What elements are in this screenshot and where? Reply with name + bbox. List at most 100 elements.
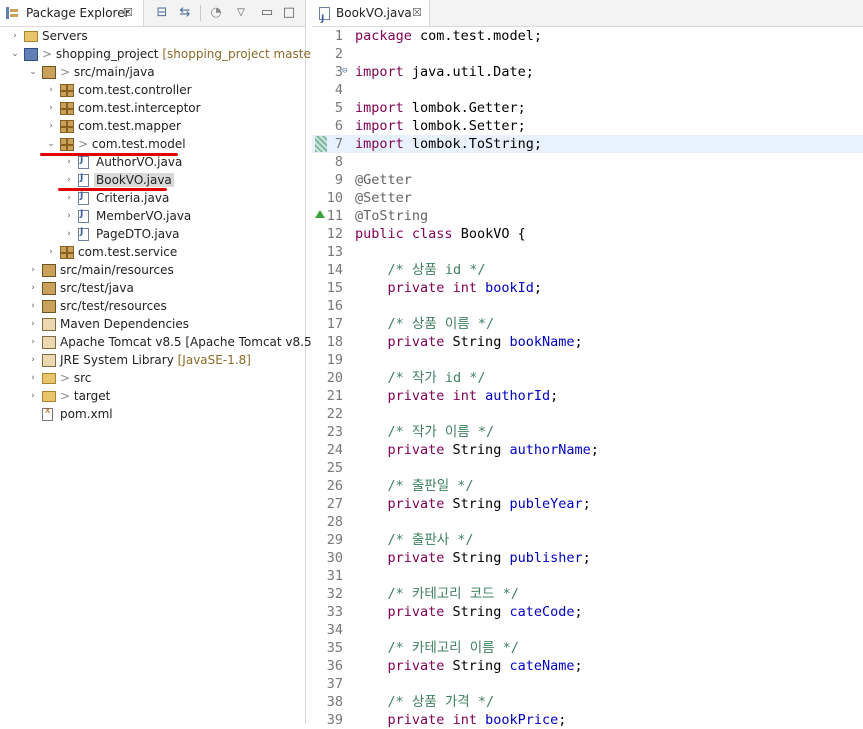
code-line[interactable]: 14 /* 상품 id */ xyxy=(312,261,863,279)
maximize-icon[interactable]: □ xyxy=(280,4,298,22)
tab-bookvo-java[interactable]: BookVO.java ☒ xyxy=(312,0,430,32)
code-line[interactable]: 6 import lombok.Setter; xyxy=(312,117,863,135)
collapse-twisty-icon[interactable]: ⌄ xyxy=(9,45,21,63)
code-line[interactable]: 18 private String bookName; xyxy=(312,333,863,351)
code-line[interactable]: 2 xyxy=(312,45,863,63)
code-line[interactable]: 8 xyxy=(312,153,863,171)
collapse-all-icon[interactable]: ⊟ xyxy=(153,4,171,22)
filter-icon[interactable]: ◔ xyxy=(207,4,225,22)
code-line[interactable]: 38 /* 상품 가격 */ xyxy=(312,693,863,711)
minimize-icon[interactable]: ▭ xyxy=(258,4,276,22)
tree-item-text: Servers xyxy=(42,29,88,43)
tree-item[interactable]: › src/test/java xyxy=(0,279,305,297)
tree-item[interactable]: › > target xyxy=(0,387,305,405)
code-text: /* 작가 id */ xyxy=(355,369,486,387)
tree-item[interactable]: pom.xml xyxy=(0,405,305,423)
expand-twisty-icon[interactable]: › xyxy=(45,81,57,99)
code-line[interactable]: 24 private String authorName; xyxy=(312,441,863,459)
tree-item[interactable]: › Apache Tomcat v8.5 [Apache Tomcat v8.5] xyxy=(0,333,316,351)
tree-item[interactable]: › com.test.interceptor xyxy=(0,99,305,117)
expand-twisty-icon[interactable]: › xyxy=(27,333,39,351)
code-line[interactable]: 20 /* 작가 id */ xyxy=(312,369,863,387)
expand-twisty-icon[interactable]: › xyxy=(27,279,39,297)
expand-twisty-icon[interactable]: › xyxy=(9,27,21,45)
code-line[interactable]: 17 /* 상품 이름 */ xyxy=(312,315,863,333)
tree-item[interactable]: ⌄ > com.test.model xyxy=(0,135,305,153)
tree-item[interactable]: › Maven Dependencies xyxy=(0,315,305,333)
line-number: 4 xyxy=(334,82,343,98)
line-number: 18 xyxy=(326,334,343,350)
code-line[interactable]: 33 private String cateCode; xyxy=(312,603,863,621)
expand-twisty-icon[interactable]: › xyxy=(45,243,57,261)
expand-twisty-icon[interactable]: › xyxy=(27,261,39,279)
code-line[interactable]: 7 import lombok.ToString; xyxy=(312,135,863,153)
expand-twisty-icon[interactable]: › xyxy=(27,351,39,369)
code-line[interactable]: 29 /* 출판사 */ xyxy=(312,531,863,549)
expand-twisty-icon[interactable]: › xyxy=(27,315,39,333)
code-line[interactable]: 26 /* 출판일 */ xyxy=(312,477,863,495)
close-icon[interactable]: ☒ xyxy=(412,0,422,26)
tree-item[interactable]: › src/main/resources xyxy=(0,261,305,279)
tree-item[interactable]: › Criteria.java xyxy=(0,189,305,207)
tree-item[interactable]: › > src xyxy=(0,369,305,387)
tree-item[interactable]: › BookVO.java xyxy=(0,171,305,189)
code-line[interactable]: 1 package com.test.model; xyxy=(312,27,863,45)
expand-twisty-icon[interactable]: › xyxy=(63,189,75,207)
code-token: /* 카테고리 이름 */ xyxy=(387,640,519,656)
expand-twisty-icon[interactable]: › xyxy=(27,369,39,387)
collapse-twisty-icon[interactable]: ⌄ xyxy=(27,63,39,81)
expand-twisty-icon[interactable]: › xyxy=(63,207,75,225)
expand-twisty-icon[interactable]: › xyxy=(63,225,75,243)
tree-item[interactable]: › com.test.service xyxy=(0,243,305,261)
code-line[interactable]: 30 private String publisher; xyxy=(312,549,863,567)
tree-item[interactable]: › PageDTO.java xyxy=(0,225,305,243)
link-with-editor-icon[interactable]: ⇆ xyxy=(176,4,194,22)
code-line[interactable]: 36 private String cateName; xyxy=(312,657,863,675)
expand-twisty-icon[interactable]: › xyxy=(63,171,75,189)
code-line[interactable]: 3 ⊖ import java.util.Date; xyxy=(312,63,863,81)
tree-item-label: src/test/java xyxy=(60,279,134,297)
expand-twisty-icon[interactable]: › xyxy=(27,297,39,315)
code-line[interactable]: 25 xyxy=(312,459,863,477)
tree-item[interactable]: › src/test/resources xyxy=(0,297,305,315)
code-line[interactable]: 31 xyxy=(312,567,863,585)
code-line[interactable]: 23 /* 작가 이름 */ xyxy=(312,423,863,441)
expand-twisty-icon[interactable]: › xyxy=(45,117,57,135)
tree-item[interactable]: › Servers xyxy=(0,27,305,45)
tree-item[interactable]: ⌄ > shopping_project [shopping_project ma… xyxy=(0,45,320,63)
code-line[interactable]: 5 import lombok.Getter; xyxy=(312,99,863,117)
code-line[interactable]: 4 xyxy=(312,81,863,99)
code-line[interactable]: 34 xyxy=(312,621,863,639)
code-line[interactable]: 10 @Setter xyxy=(312,189,863,207)
code-line[interactable]: 37 xyxy=(312,675,863,693)
code-line[interactable]: 28 xyxy=(312,513,863,531)
code-editor[interactable]: 1 package com.test.model; 2 3 ⊖ import java.u… xyxy=(312,27,863,729)
code-line[interactable]: 27 private String publeYear; xyxy=(312,495,863,513)
code-line[interactable]: 22 xyxy=(312,405,863,423)
tree-item[interactable]: › com.test.mapper xyxy=(0,117,305,135)
code-line[interactable]: 15 private int bookId; xyxy=(312,279,863,297)
tree-item[interactable]: › JRE System Library [JavaSE-1.8] xyxy=(0,351,305,369)
code-line[interactable]: 39 private int bookPrice; xyxy=(312,711,863,729)
view-menu-icon[interactable]: ▽ xyxy=(232,4,250,22)
code-line[interactable]: 16 xyxy=(312,297,863,315)
close-icon[interactable]: ☒ xyxy=(123,0,133,26)
code-line[interactable]: 9 @Getter xyxy=(312,171,863,189)
tree-item[interactable]: ⌄ > src/main/java xyxy=(0,63,305,81)
code-line[interactable]: 19 xyxy=(312,351,863,369)
collapse-twisty-icon[interactable]: ⌄ xyxy=(45,135,57,153)
expand-twisty-icon[interactable]: › xyxy=(45,99,57,117)
code-line[interactable]: 11 @ToString xyxy=(312,207,863,225)
tree-item[interactable]: › MemberVO.java xyxy=(0,207,305,225)
code-line[interactable]: 12 public class BookVO { xyxy=(312,225,863,243)
code-line[interactable]: 13 xyxy=(312,243,863,261)
code-line[interactable]: 35 /* 카테고리 이름 */ xyxy=(312,639,863,657)
code-line[interactable]: 32 /* 카테고리 코드 */ xyxy=(312,585,863,603)
tree-item[interactable]: › com.test.controller xyxy=(0,81,305,99)
tab-package-explorer[interactable]: Package Explorer ☒ xyxy=(0,0,144,26)
expand-twisty-icon[interactable]: › xyxy=(27,387,39,405)
code-line[interactable]: 21 private int authorId; xyxy=(312,387,863,405)
fold-toggle-icon[interactable]: ⊖ xyxy=(342,67,351,76)
